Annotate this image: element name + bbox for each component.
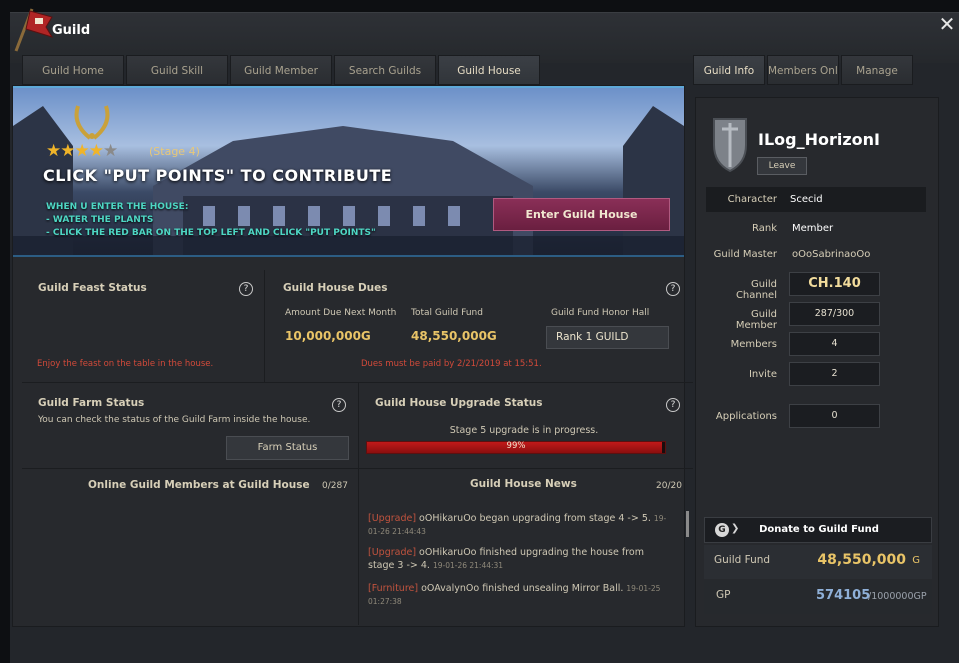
dues-deadline-note: Dues must be paid by 2/21/2019 at 15:51. [361, 359, 542, 369]
members-value[interactable]: 4 [789, 332, 880, 356]
laurel-icon [74, 105, 110, 140]
rank-label: Rank [752, 223, 777, 234]
tab-guild-info[interactable]: Guild Info [693, 55, 765, 85]
star-empty-icon: ★ [103, 141, 118, 161]
gp-max: /1000000GP [868, 591, 927, 602]
total-fund-value: 48,550,000G [411, 329, 497, 343]
online-members-count: 0/287 [322, 481, 348, 491]
guild-fund-row: Guild Fund 48,550,000 G [704, 545, 932, 579]
news-item: [Furniture] oOAvalynOo finished unsealin… [368, 582, 668, 608]
news-item: [Upgrade] oOHikaruOo finished upgrading … [368, 546, 668, 572]
banner-top-border [13, 86, 684, 88]
tab-members-online[interactable]: Members Online [767, 55, 839, 85]
farm-desc: You can check the status of the Guild Fa… [38, 415, 311, 425]
banner-note-3: - CLICK THE RED BAR ON THE TOP LEFT AND … [46, 228, 376, 238]
window-title: Guild [52, 23, 91, 38]
total-fund-label: Total Guild Fund [411, 308, 483, 318]
character-label: Character [727, 194, 777, 205]
amount-due-label: Amount Due Next Month [285, 308, 397, 318]
guild-shield-icon [713, 118, 747, 173]
tab-guild-member[interactable]: Guild Member [230, 55, 332, 85]
news-tag: [Furniture] [368, 583, 419, 594]
amount-due-value: 10,000,000G [285, 329, 371, 343]
guild-tabs: Guild Home Guild Skill Guild Member Sear… [22, 55, 542, 85]
star-filled-icon: ★ [60, 141, 75, 161]
farm-status-button[interactable]: Farm Status [226, 436, 349, 460]
info-tabs: Guild Info Members Online Manage [693, 55, 915, 85]
news-tag: [Upgrade] [368, 513, 417, 524]
banner-note-1: WHEN U ENTER THE HOUSE: [46, 202, 189, 212]
gp-label: GP [716, 589, 731, 601]
star-filled-icon: ★ [88, 141, 104, 161]
banner-bottom-border [13, 255, 684, 257]
donate-label: Donate to Guild Fund [759, 524, 879, 535]
tab-guild-skill[interactable]: Guild Skill [126, 55, 228, 85]
tab-guild-home[interactable]: Guild Home [22, 55, 124, 85]
invite-value[interactable]: 2 [789, 362, 880, 386]
star-filled-icon: ★ [74, 141, 90, 161]
leave-button[interactable]: Leave [757, 157, 807, 175]
honor-hall-rank[interactable]: Rank 1 GUILD [546, 326, 669, 349]
online-members-section [22, 469, 359, 625]
banner-note-2: - WATER THE PLANTS [46, 215, 154, 225]
guild-channel-label: Guild Channel [735, 279, 777, 301]
guild-house-banner: ★★★★★ (Stage 4) CLICK "PUT POINTS" TO CO… [13, 86, 684, 257]
honor-hall-label: Guild Fund Honor Hall [551, 308, 650, 318]
gp-row: GP 574105 /1000000GP [704, 580, 932, 614]
news-scrollbar[interactable] [686, 511, 689, 537]
close-icon[interactable]: ✕ [936, 13, 958, 35]
upgrade-progress-bar: 99% [366, 441, 666, 454]
character-value: Scecid [790, 194, 823, 205]
guild-master-value: oOoSabrinaoOo [792, 249, 871, 260]
stage-label: (Stage 4) [149, 145, 200, 158]
applications-value[interactable]: 0 [789, 404, 880, 428]
guild-channel-value: CH.140 [789, 272, 880, 296]
invite-label: Invite [748, 369, 777, 380]
tab-search-guilds[interactable]: Search Guilds [334, 55, 436, 85]
guild-fund-label: Guild Fund [714, 554, 771, 566]
news-text: oOAvalynOo finished unsealing Mirror Bal… [418, 583, 627, 594]
gp-value: 574105 [816, 588, 871, 603]
star-filled-icon: ★ [46, 141, 61, 161]
news-item: [Upgrade] oOHikaruOo began upgrading fro… [368, 512, 668, 538]
tab-manage[interactable]: Manage [841, 55, 913, 85]
upgrade-status: Stage 5 upgrade is in progress. [449, 425, 599, 436]
applications-label: Applications [715, 411, 777, 422]
news-tag: [Upgrade] [368, 547, 417, 558]
guild-fund-value: 48,550,000 [817, 552, 906, 568]
help-icon[interactable]: ? [239, 282, 253, 296]
enter-guild-house-button[interactable]: Enter Guild House [493, 198, 670, 231]
news-title: Guild House News [470, 478, 577, 490]
upgrade-progress-text: 99% [506, 441, 526, 451]
guild-fund-unit: G [912, 555, 920, 566]
guild-member-label: Guild Member [735, 309, 777, 331]
news-text: oOHikaruOo began upgrading from stage 4 … [416, 513, 654, 524]
news-count: 20/20 [656, 481, 682, 491]
feast-title: Guild Feast Status [38, 282, 147, 294]
help-icon[interactable]: ? [666, 398, 680, 412]
online-members-title: Online Guild Members at Guild House [88, 479, 310, 491]
guild-flag-icon [14, 8, 54, 52]
contribute-title: CLICK "PUT POINTS" TO CONTRIBUTE [43, 166, 393, 185]
donate-button[interactable]: G ❯ Donate to Guild Fund [704, 517, 932, 543]
members-label: Members [730, 339, 777, 350]
tab-guild-house[interactable]: Guild House [438, 55, 540, 85]
help-icon[interactable]: ? [666, 282, 680, 296]
farm-title: Guild Farm Status [38, 397, 145, 409]
feast-note: Enjoy the feast on the table in the hous… [37, 359, 214, 369]
help-icon[interactable]: ? [332, 398, 346, 412]
guild-name: ILog_HorizonI [758, 130, 880, 149]
dues-title: Guild House Dues [283, 282, 388, 294]
star-rating: ★★★★★ [46, 141, 118, 161]
news-time: 19-01-26 21:44:31 [432, 561, 504, 570]
rank-value: Member [792, 223, 834, 234]
upgrade-title: Guild House Upgrade Status [375, 397, 543, 409]
guild-member-value: 287/300 [789, 302, 880, 326]
guild-master-label: Guild Master [713, 249, 777, 260]
